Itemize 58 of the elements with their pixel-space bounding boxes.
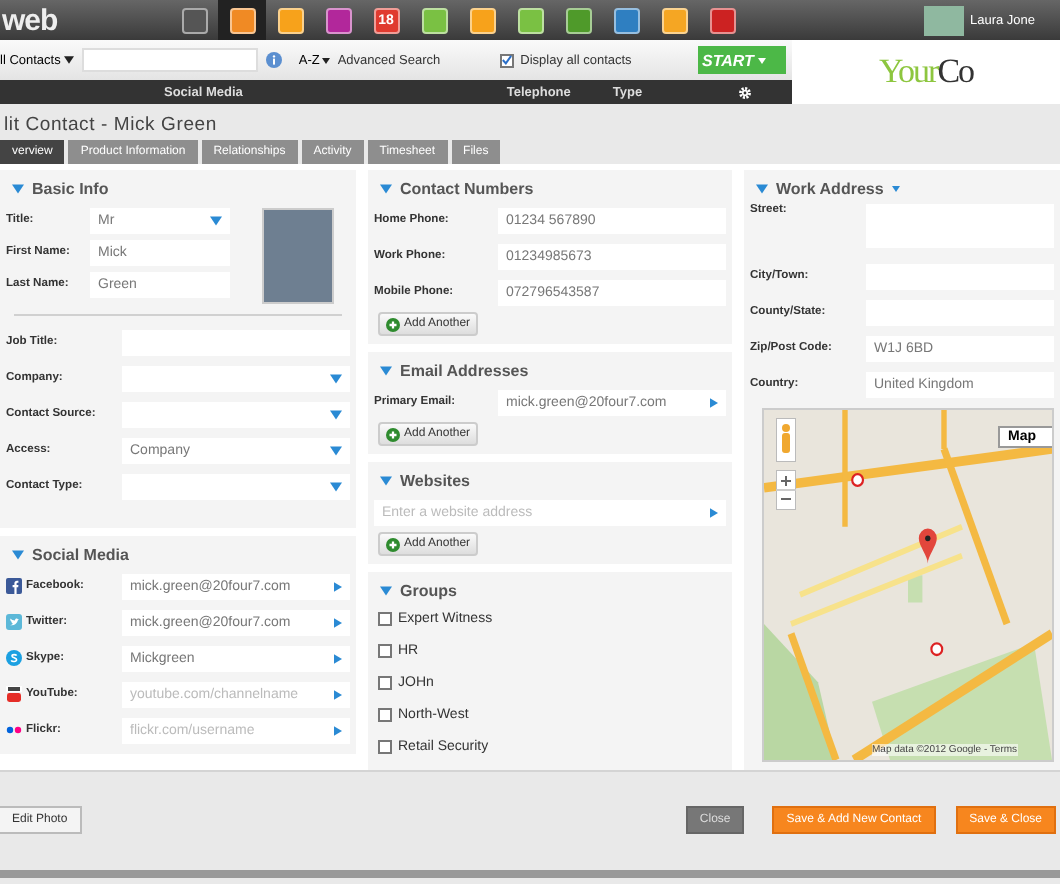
arrow-icon[interactable]	[334, 653, 342, 663]
f-logo-icon	[6, 578, 22, 594]
arrow-icon[interactable]	[334, 581, 342, 591]
section-title: Email Addresses	[400, 361, 529, 379]
section-title: Social Media	[32, 545, 129, 563]
plus-icon	[386, 537, 400, 551]
two-dots-icon	[6, 722, 22, 738]
section-title: Groups	[400, 581, 457, 599]
dropdown-caret-icon[interactable]	[210, 215, 222, 225]
dialog-title: lit Contact - Mick Green	[2, 112, 219, 134]
select-field[interactable]	[122, 473, 350, 499]
section-title: Contact Numbers	[400, 179, 534, 197]
arrow-icon[interactable]	[710, 507, 718, 517]
checkbox[interactable]	[378, 707, 392, 721]
section-title: Basic Info	[32, 179, 109, 197]
select-field[interactable]	[122, 365, 350, 391]
info-icon[interactable]	[266, 52, 283, 68]
arrow-icon[interactable]	[334, 689, 342, 699]
collapse-icon[interactable]	[380, 183, 392, 193]
checkbox[interactable]	[378, 643, 392, 657]
checkbox[interactable]	[378, 611, 392, 625]
settings-icon[interactable]	[738, 85, 753, 99]
video-logo-icon	[6, 686, 22, 702]
collapse-icon[interactable]	[380, 475, 392, 485]
arrow-icon[interactable]	[334, 725, 342, 735]
caret-icon	[64, 56, 75, 64]
dropdown-caret-icon[interactable]	[330, 373, 342, 383]
caret-icon	[757, 57, 766, 63]
section-title: Work Address	[776, 179, 884, 197]
collapse-icon[interactable]	[380, 365, 392, 375]
bird-logo-icon	[6, 614, 22, 630]
checkbox[interactable]	[500, 53, 515, 67]
search-field[interactable]	[82, 48, 259, 72]
avatar-photo-placeholder[interactable]	[924, 5, 964, 35]
dropdown-caret-icon[interactable]	[330, 445, 342, 455]
arrow-icon[interactable]	[334, 617, 342, 627]
collapse-icon[interactable]	[12, 549, 24, 559]
checkbox[interactable]	[378, 675, 392, 689]
zoom-control-icon[interactable]	[776, 470, 796, 510]
arrow-icon[interactable]	[710, 397, 718, 407]
section-title: Websites	[400, 471, 470, 489]
s-logo-icon	[6, 650, 22, 666]
collapse-icon[interactable]	[756, 183, 768, 193]
dropdown-caret-icon[interactable]	[330, 481, 342, 491]
app-launcher-tile[interactable]	[218, 0, 266, 40]
app-logo: web	[2, 3, 60, 37]
photo-placeholder[interactable]	[262, 208, 334, 304]
checkbox[interactable]	[378, 739, 392, 753]
select-field[interactable]	[122, 401, 350, 427]
plus-icon	[386, 317, 400, 331]
caret-icon	[321, 57, 330, 63]
dropdown-caret-icon[interactable]	[891, 185, 900, 191]
collapse-icon[interactable]	[380, 585, 392, 595]
company-logo: YourCo	[792, 40, 1060, 104]
start-button[interactable]: START	[698, 46, 786, 74]
dropdown-caret-icon[interactable]	[330, 409, 342, 419]
plus-icon	[386, 427, 400, 441]
collapse-icon[interactable]	[12, 183, 24, 193]
